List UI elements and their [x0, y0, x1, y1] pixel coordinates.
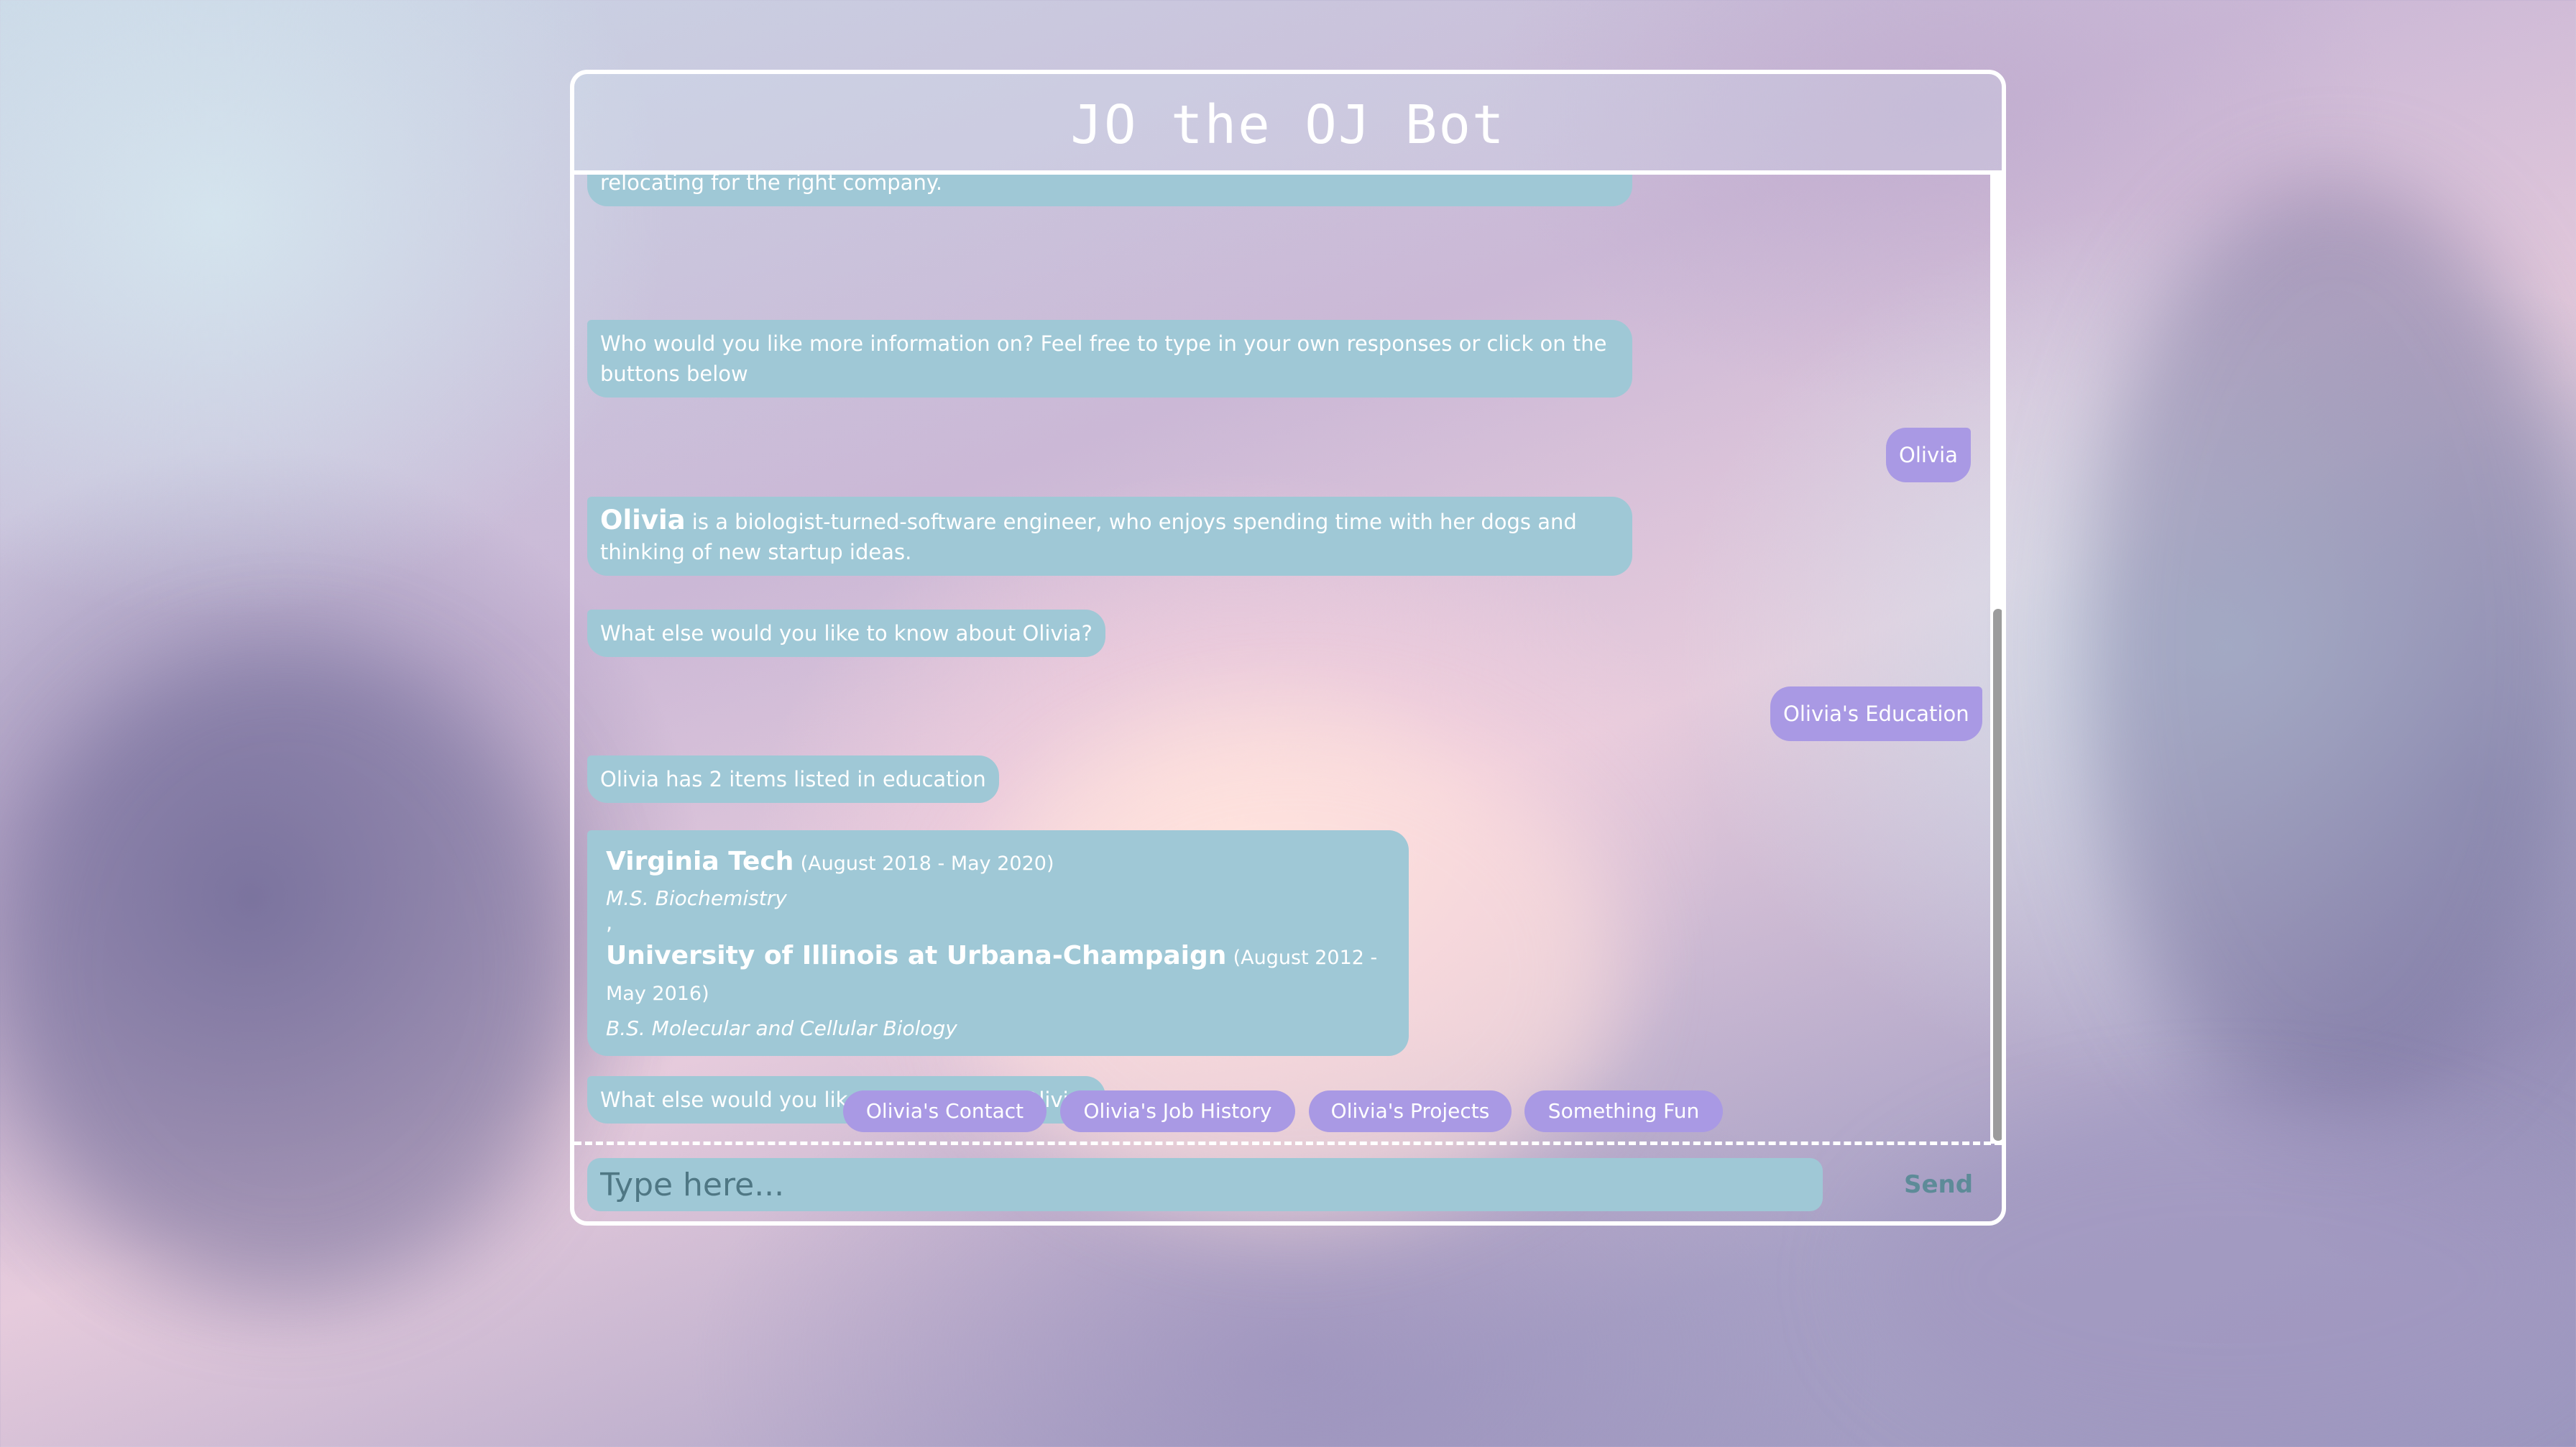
message-input[interactable]	[587, 1158, 1823, 1211]
bot-message: Olivia has 2 items listed in education	[587, 755, 999, 803]
quick-replies: Olivia's Contact Olivia's Job History Ol…	[574, 1090, 2002, 1132]
education-degree: M.S. Biochemistry	[606, 886, 787, 910]
chat-window: JO the OJ Bot Jon and Olivia are both op…	[570, 70, 2006, 1226]
education-card: Virginia Tech (August 2018 - May 2020) M…	[587, 830, 1409, 1056]
education-degree: B.S. Molecular and Cellular Biology	[606, 1016, 957, 1040]
input-bar: Send	[574, 1141, 2002, 1221]
bot-message-text: Jon and Olivia are both open to job oppo…	[600, 175, 943, 195]
education-dates: (August 2018 - May 2020)	[800, 853, 1054, 875]
quick-reply-something-fun[interactable]: Something Fun	[1524, 1090, 1723, 1132]
bot-message: What else would you like to know about O…	[587, 610, 1105, 657]
quick-reply-contact[interactable]: Olivia's Contact	[843, 1090, 1046, 1132]
quick-reply-projects[interactable]: Olivia's Projects	[1309, 1090, 1512, 1132]
education-school: Virginia Tech	[606, 847, 794, 876]
background-cloud	[2084, 180, 2576, 1114]
chat-header: JO the OJ Bot	[574, 74, 2002, 175]
user-message-text: Olivia's Education	[1783, 702, 1969, 726]
send-button[interactable]: Send	[1890, 1158, 1987, 1211]
quick-reply-job-history[interactable]: Olivia's Job History	[1060, 1090, 1295, 1132]
bot-message-text: is a biologist-turned-software engineer,…	[600, 510, 1577, 564]
background-cloud	[0, 647, 575, 1294]
bot-message: Olivia is a biologist-turned-software en…	[587, 497, 1632, 576]
chat-title: JO the OJ Bot	[1070, 94, 1506, 156]
education-school: University of Illinois at Urbana-Champai…	[606, 941, 1227, 970]
user-message: Olivia's Education	[1770, 686, 1982, 741]
bot-message-text: What else would you like to know about O…	[600, 621, 1092, 646]
user-message: Olivia	[1886, 428, 1971, 482]
message-list[interactable]: Jon and Olivia are both open to job oppo…	[587, 175, 1987, 1144]
bot-message-text: Who would you like more information on? …	[600, 331, 1607, 386]
education-item: University of Illinois at Urbana-Champai…	[606, 939, 1390, 1046]
bot-message: Jon and Olivia are both open to job oppo…	[587, 175, 1632, 206]
scrollbar-thumb[interactable]	[1993, 609, 2002, 1141]
bot-message-name: Olivia	[600, 505, 686, 536]
bot-message: Who would you like more information on? …	[587, 320, 1632, 398]
scrollbar[interactable]	[1990, 175, 2002, 1144]
user-message-text: Olivia	[1899, 443, 1958, 467]
bot-message-text: Olivia has 2 items listed in education	[600, 767, 986, 791]
education-item: Virginia Tech (August 2018 - May 2020) M…	[606, 845, 1390, 916]
